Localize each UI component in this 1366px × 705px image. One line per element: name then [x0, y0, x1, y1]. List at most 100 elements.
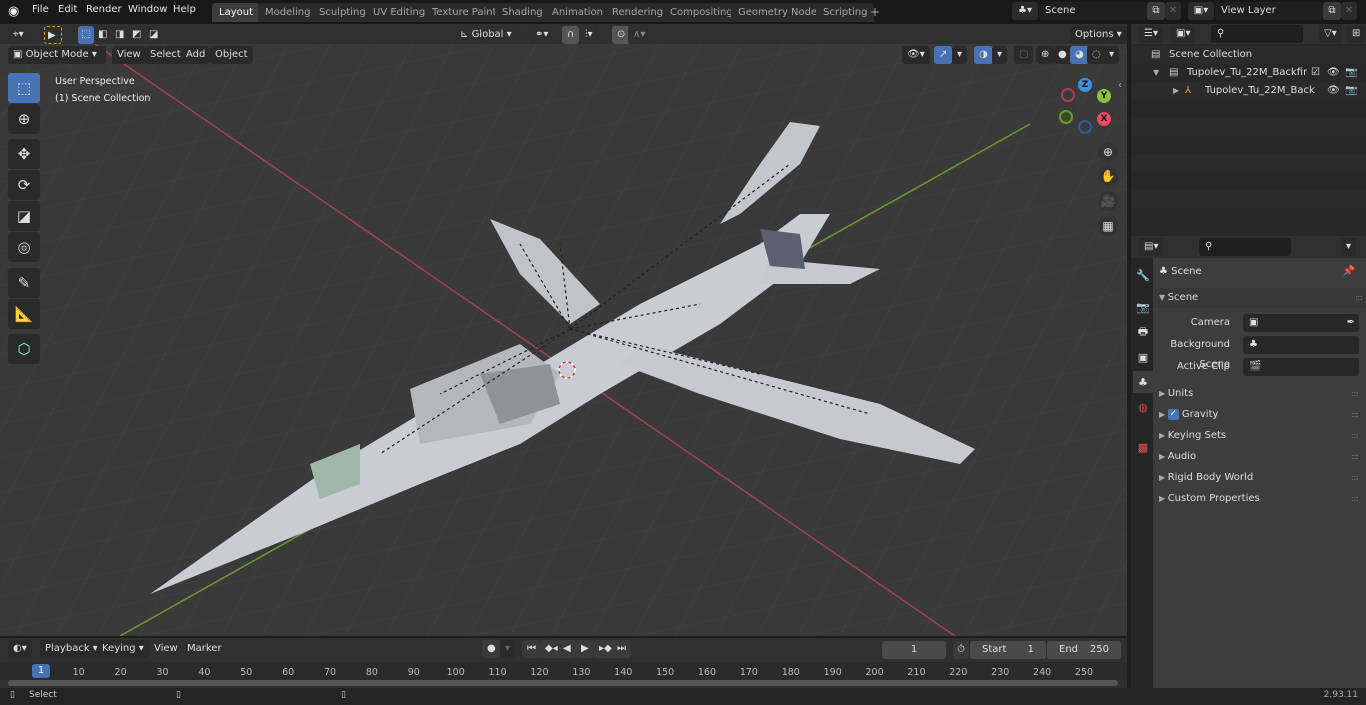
tab-layout[interactable]: Layout — [212, 3, 260, 22]
audio-panel-header[interactable]: ▶ Audio:::: — [1159, 447, 1362, 467]
tab-shading[interactable]: Shading — [495, 3, 550, 22]
camera-field[interactable]: ▣ ✒ — [1243, 314, 1359, 332]
gizmo-neg-y-axis[interactable] — [1059, 110, 1073, 124]
visibility-eye-icon[interactable]: 👁 — [1327, 82, 1340, 100]
tab-geometry-nodes[interactable]: Geometry Nodes — [731, 3, 830, 22]
scene-tab-icon[interactable]: ♣ — [1133, 371, 1153, 393]
tab-modeling[interactable]: Modeling — [258, 3, 318, 22]
overlay-toggle-icon[interactable]: ◑ — [974, 46, 993, 64]
gizmo-toggle-icon[interactable]: ↗ — [934, 46, 953, 64]
new-view-layer-icon[interactable]: ⧉ — [1323, 2, 1341, 20]
shading-rendered-icon[interactable]: ◌ — [1087, 46, 1106, 64]
select-tool-icon[interactable]: ▶ — [44, 26, 62, 44]
custom-properties-panel-header[interactable]: ▶ Custom Properties:::: — [1159, 489, 1362, 509]
add-workspace-button[interactable]: + — [870, 5, 880, 19]
current-frame-field[interactable]: 1 — [882, 641, 946, 659]
tool-add-cube[interactable]: ⬡ — [8, 334, 40, 364]
tab-animation[interactable]: Animation — [545, 3, 610, 22]
filter-icon[interactable]: ▽▾ — [1319, 25, 1342, 43]
delete-scene-icon[interactable]: ✕ — [1165, 2, 1181, 20]
tab-sculpting[interactable]: Sculpting — [312, 3, 373, 22]
delete-view-layer-icon[interactable]: ✕ — [1341, 2, 1357, 20]
blender-logo-icon[interactable]: ◉ — [8, 4, 19, 19]
shading-material-icon[interactable]: ◕ — [1070, 46, 1089, 64]
keying-dropdown-icon[interactable]: ▾ — [500, 640, 516, 658]
pin-icon[interactable]: 📌 — [1343, 262, 1355, 282]
display-mode-icon[interactable]: ▣▾ — [1171, 25, 1196, 43]
shading-dropdown-icon[interactable]: ▾ — [1104, 46, 1120, 64]
menu-window[interactable]: Window — [128, 4, 167, 15]
select-mode-extend-icon[interactable]: ◧ — [95, 26, 111, 44]
background-scene-field[interactable]: ♣ — [1243, 336, 1359, 354]
keying-sets-panel-header[interactable]: ▶ Keying Sets:::: — [1159, 426, 1362, 446]
sidebar-toggle-icon[interactable]: ‹ — [1118, 80, 1122, 91]
tab-uv-editing[interactable]: UV Editing — [366, 3, 433, 22]
view-layer-tab-icon[interactable]: ▣ — [1133, 346, 1153, 368]
preview-range-icon[interactable]: ⏱ — [953, 641, 969, 659]
render-tab-icon[interactable]: 📷 — [1133, 296, 1153, 318]
tool-annotate[interactable]: ✎ — [8, 268, 40, 298]
outliner-editor-type-icon[interactable]: ☰▾ — [1139, 25, 1163, 43]
visibility-icon[interactable]: 👁▾ — [902, 46, 930, 64]
play-icon[interactable]: ▶ — [576, 640, 594, 658]
gizmo-z-axis[interactable]: Z — [1078, 78, 1092, 92]
gravity-panel-header[interactable]: ▶ ✓ Gravity:::: — [1159, 405, 1362, 425]
select-mode-new-icon[interactable]: ⬚ — [78, 26, 94, 44]
menu-render[interactable]: Render — [86, 4, 122, 15]
output-tab-icon[interactable]: 🖶 — [1133, 321, 1153, 343]
transform-orientation-dropdown[interactable]: ⊾ Global ▾ — [455, 26, 525, 44]
view-layer-field[interactable]: View Layer — [1215, 2, 1323, 20]
rigid-body-world-panel-header[interactable]: ▶ Rigid Body World:::: — [1159, 468, 1362, 488]
xray-toggle-icon[interactable]: ▢ — [1014, 46, 1034, 64]
perspective-toggle-icon[interactable]: ▦ — [1098, 216, 1118, 236]
tool-tab-icon[interactable]: 🔧 — [1133, 264, 1153, 286]
viewport-canvas[interactable] — [0, 44, 1127, 636]
shading-wireframe-icon[interactable]: ⊕ — [1036, 46, 1055, 64]
properties-search-input[interactable]: ⚲ — [1199, 238, 1291, 256]
tool-rotate[interactable]: ⟳ — [8, 170, 40, 200]
options-dropdown[interactable]: Options ▾ — [1070, 26, 1127, 44]
world-tab-icon[interactable]: ◍ — [1133, 396, 1153, 418]
start-frame-field[interactable]: Start 1 — [970, 641, 1046, 659]
tab-scripting[interactable]: Scripting — [816, 3, 875, 22]
view-layer-selector-icon[interactable]: ▣▾ — [1188, 2, 1214, 20]
outliner-row-collection[interactable]: ▼ ▤ Tupolev_Tu_22M_Backfire_Lc ☑ 👁 📷 — [1131, 64, 1366, 82]
texture-tab-icon[interactable]: ▩ — [1133, 436, 1153, 458]
exclude-checkbox-icon[interactable]: ☑ — [1311, 64, 1320, 82]
mode-dropdown[interactable]: ▣ Object Mode ▾ — [8, 46, 106, 64]
gizmo-neg-x-axis[interactable] — [1061, 88, 1075, 102]
tool-cursor[interactable]: ⊕ — [8, 104, 40, 134]
tool-transform[interactable]: ◎ — [8, 232, 40, 262]
3d-viewport[interactable]: User Perspective (1) Scene Collection ⬚ … — [0, 44, 1127, 636]
eyedropper-icon[interactable]: ✒ — [1347, 314, 1355, 332]
snap-toggle-icon[interactable]: ∩ — [562, 26, 580, 44]
select-mode-invert-icon[interactable]: ◩ — [129, 26, 145, 44]
editor-type-icon[interactable]: ⌖▾ — [8, 26, 29, 44]
zoom-view-icon[interactable]: ⊕ — [1098, 142, 1118, 162]
menu-file[interactable]: File — [32, 4, 49, 15]
menu-select[interactable]: Select — [145, 46, 186, 64]
menu-edit[interactable]: Edit — [58, 4, 77, 15]
pivot-point-icon[interactable]: ⚭▾ — [530, 26, 554, 44]
playhead[interactable]: 1 — [32, 664, 50, 678]
shading-solid-icon[interactable]: ● — [1053, 46, 1072, 64]
marker-menu[interactable]: Marker — [182, 640, 227, 658]
menu-help[interactable]: Help — [173, 4, 196, 15]
gizmo-x-axis[interactable]: X — [1097, 112, 1111, 126]
scene-selector-icon[interactable]: ♣▾ — [1012, 2, 1038, 20]
properties-options-icon[interactable]: ▾ — [1341, 238, 1357, 256]
render-camera-icon[interactable]: 📷 — [1345, 82, 1357, 100]
tool-scale[interactable]: ◪ — [8, 201, 40, 231]
jump-start-icon[interactable]: ⏮ — [522, 640, 541, 658]
select-mode-intersect-icon[interactable]: ◪ — [146, 26, 162, 44]
menu-object[interactable]: Object — [210, 46, 253, 64]
falloff-icon[interactable]: ∧▾ — [628, 26, 651, 44]
new-scene-icon[interactable]: ⧉ — [1147, 2, 1165, 20]
outliner-search-input[interactable]: ⚲ — [1211, 25, 1303, 43]
menu-add[interactable]: Add — [181, 46, 211, 64]
gizmo-dropdown-icon[interactable]: ▾ — [952, 46, 968, 64]
select-mode-subtract-icon[interactable]: ◨ — [112, 26, 128, 44]
overlay-dropdown-icon[interactable]: ▾ — [992, 46, 1008, 64]
jump-end-icon[interactable]: ⏭ — [612, 640, 631, 658]
expand-arrow-icon[interactable]: ▼ — [1153, 64, 1159, 82]
